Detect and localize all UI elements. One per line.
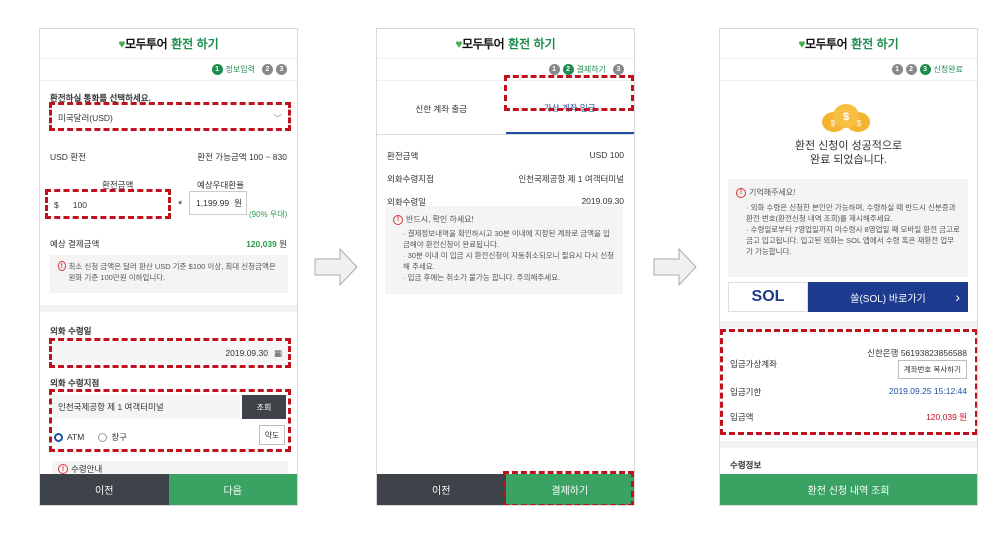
page-title: 환전 하기 — [171, 37, 219, 51]
rate-field: 1,199.99 원 — [189, 191, 247, 215]
step-label: 결제하기 — [576, 65, 606, 74]
usd-range: 환전 가능금액 100 ~ 830 — [197, 152, 287, 162]
notice-item: · 수령일로부터 7영업일까지 미수령시 8영업일 째 모바일 환전 금고로 금… — [746, 225, 960, 256]
chevron-right-icon: › — [955, 289, 960, 305]
payment-notice: ! 반드시, 확인 하세요! · 결제정보내역을 확인하시고 30분 이내에 지정… — [385, 206, 623, 294]
info-row-value: 2019.09.30 — [581, 196, 624, 206]
sol-logo: SOL — [728, 282, 808, 312]
screen-payment: ♥모두투어 환전 하기 1 2 결제하기 3 신한 계좌 출금 가상 계좌 입금 … — [376, 28, 635, 506]
page-title: 환전 하기 — [851, 37, 899, 51]
info-row-value: USD 100 — [589, 150, 625, 160]
money-bag-icon: $ $ $ — [822, 104, 870, 132]
info-icon: ! — [58, 464, 68, 474]
date-label: 외화 수령일 — [50, 326, 92, 336]
view-history-button[interactable]: 환전 신청 내역 조회 — [720, 474, 977, 505]
prev-button[interactable]: 이전 — [40, 474, 169, 505]
total-value: 120,039 — [246, 239, 277, 249]
screen-info-input: ♥모두투어 환전 하기 1 정보입력 23 환전하실 통화를 선택하세요. 미국달… — [39, 28, 298, 506]
next-button[interactable]: 다음 — [168, 474, 297, 505]
arrow-right-icon — [653, 248, 697, 286]
receive-info-label: 수령정보 — [730, 460, 762, 470]
brand-logo: ♥모두투어 — [798, 37, 848, 51]
usd-label: USD 환전 — [50, 152, 86, 162]
step-indicator: 1 정보입력 23 — [40, 59, 297, 81]
amount-notice: ! 최소 신청 금액은 달러 환산 USD 기준 $100 이상, 최대 신청금… — [50, 255, 288, 293]
info-row-label: 외화수령지점 — [387, 174, 434, 184]
arrow-right-icon — [314, 248, 358, 286]
prev-button[interactable]: 이전 — [377, 474, 506, 505]
brand-logo: ♥모두투어 — [118, 37, 168, 51]
app-header: ♥모두투어 환전 하기 — [40, 29, 297, 59]
notice-item: · 외화 수령은 신청한 본인만 가능하며, 수령하실 때 반드시 신분증과 환… — [746, 203, 956, 223]
step-label: 신청완료 — [933, 65, 963, 74]
notice-item: · 입금 후에는 취소가 불가능 합니다. 주의해주세요. — [403, 273, 561, 282]
app-header: ♥모두투어 환전 하기 — [720, 29, 977, 59]
total-label: 예상 결제금액 — [50, 239, 100, 249]
preference-rate: (90% 우대) — [249, 210, 288, 219]
rate-label: 예상우대환율 — [197, 180, 244, 190]
notice-item: · 결제정보내역을 확인하시고 30분 이내에 지정된 계좌로 금액을 입금해야… — [403, 229, 610, 249]
sol-banner[interactable]: SOL 쏠(SOL) 바로가기 › — [728, 282, 968, 312]
svg-text:$: $ — [857, 119, 862, 128]
svg-text:$: $ — [831, 119, 836, 128]
screen-complete: ♥모두투어 환전 하기 12 3 신청완료 $ $ $ 환전 신청이 성공적으로 … — [719, 28, 978, 506]
warning-icon: ! — [58, 261, 66, 271]
svg-text:$: $ — [843, 111, 849, 123]
info-row-value: 인천국제공항 제 1 여객터미널 — [518, 174, 624, 184]
step-indicator: 12 3 신청완료 — [720, 59, 977, 81]
brand-logo: ♥모두투어 — [455, 37, 505, 51]
remember-notice: ! 기억해주세요! · 외화 수령은 신청한 본인만 가능하며, 수령하실 때 반… — [728, 179, 968, 277]
complete-message: 환전 신청이 성공적으로 완료 되었습니다. — [794, 140, 903, 166]
app-header: ♥모두투어 환전 하기 — [377, 29, 634, 59]
tab-shinhan-withdraw[interactable]: 신한 계좌 출금 — [377, 83, 506, 134]
warning-icon: ! — [393, 214, 403, 225]
info-row-label: 환전금액 — [387, 151, 419, 161]
warning-icon: ! — [736, 187, 746, 198]
branch-label: 외화 수령지점 — [50, 378, 100, 388]
notice-item: · 30분 이내 미 입금 시 환전신청이 자동취소되오니 필요시 다시 신청해… — [403, 251, 615, 271]
page-title: 환전 하기 — [508, 37, 556, 51]
step-label: 정보입력 — [225, 65, 255, 74]
